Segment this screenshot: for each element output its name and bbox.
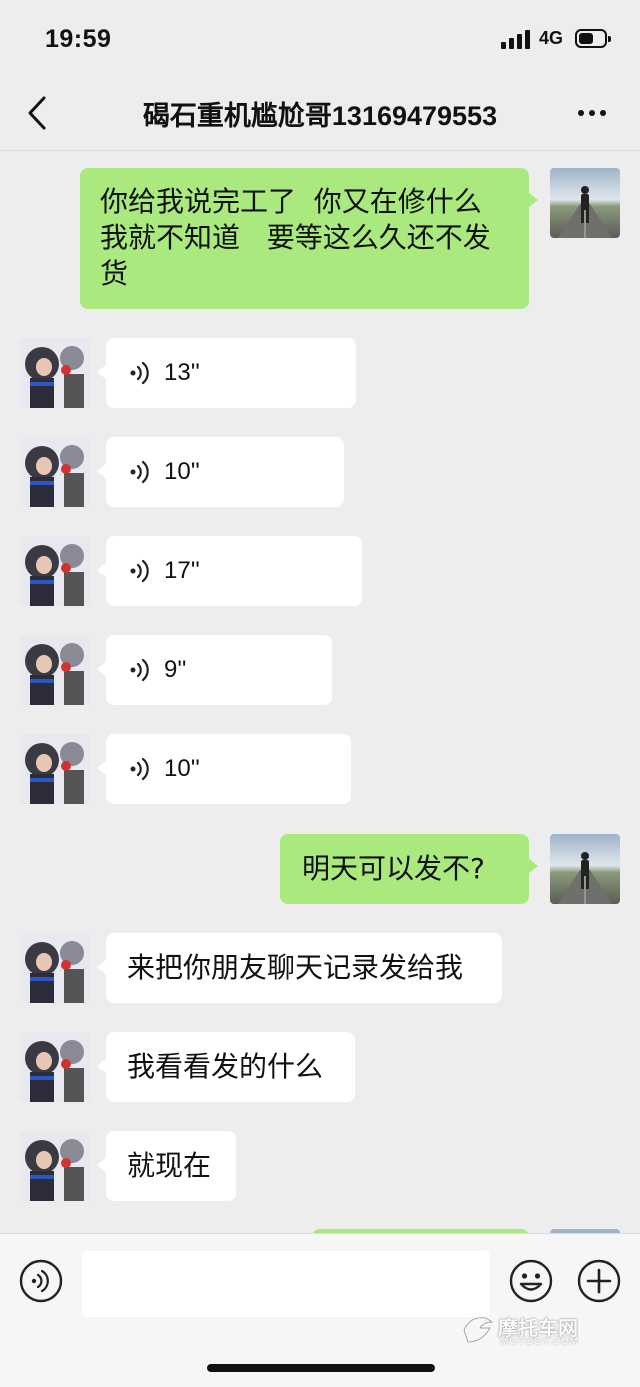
more-dots-icon xyxy=(578,110,584,116)
voice-message-bubble[interactable]: 10'' xyxy=(97,437,344,507)
emoji-button[interactable] xyxy=(509,1259,553,1303)
voice-message-bubble[interactable]: 17'' xyxy=(97,536,362,606)
voice-wave-icon xyxy=(130,460,149,484)
plus-icon xyxy=(577,1259,621,1303)
input-bar: 摩托车网 MOTOOY.COM xyxy=(0,1233,640,1387)
home-indicator[interactable] xyxy=(207,1364,435,1372)
voice-duration: 9'' xyxy=(164,656,187,683)
message-text: 就现在 xyxy=(127,1149,212,1182)
contact-avatar[interactable] xyxy=(20,437,90,507)
voice-wave-icon xyxy=(130,658,149,682)
watermark-url: MOTOOY.COM xyxy=(500,1336,580,1347)
contact-avatar[interactable] xyxy=(20,734,90,804)
received-message-bubble[interactable]: 我看看发的什么 xyxy=(97,1032,355,1102)
contact-avatar[interactable] xyxy=(20,1032,90,1102)
status-bar: 19:59 4G xyxy=(0,0,640,80)
contact-avatar[interactable] xyxy=(20,536,90,606)
sent-message-bubble[interactable]: 明天可以发不? xyxy=(280,834,538,904)
chat-area[interactable]: 你给我说完工了 你又在修什么 我就不知道 要等这么久还不发 货 13'' 10'… xyxy=(0,151,640,1233)
message-text: 明天可以发不? xyxy=(302,852,485,885)
my-avatar[interactable] xyxy=(550,168,620,238)
message-text: 我看看发的什么 xyxy=(127,1050,324,1083)
sent-message-bubble[interactable]: 你给我说完工了 你又在修什么 我就不知道 要等这么久还不发 货 xyxy=(80,168,538,309)
site-watermark: 摩托车网 MOTOOY.COM xyxy=(460,1310,600,1350)
voice-mode-button[interactable] xyxy=(19,1259,63,1303)
signal-icon xyxy=(501,30,532,49)
voice-wave-icon xyxy=(130,559,149,583)
contact-avatar[interactable] xyxy=(20,338,90,408)
received-message-bubble[interactable]: 来把你朋友聊天记录发给我 xyxy=(97,933,502,1003)
voice-message-bubble[interactable]: 9'' xyxy=(97,635,332,705)
voice-wave-icon xyxy=(130,361,149,385)
message-text: 来把你朋友聊天记录发给我 xyxy=(127,951,464,984)
voice-message-bubble[interactable]: 10'' xyxy=(97,734,351,804)
received-message-bubble[interactable]: 就现在 xyxy=(97,1131,236,1201)
contact-avatar[interactable] xyxy=(20,1131,90,1201)
voice-duration: 10'' xyxy=(164,755,200,782)
voice-duration: 10'' xyxy=(164,458,200,485)
voice-duration: 17'' xyxy=(164,557,200,584)
voice-message-bubble[interactable]: 13'' xyxy=(97,338,356,408)
network-type: 4G xyxy=(539,28,564,48)
status-time: 19:59 xyxy=(45,25,112,53)
more-button[interactable] xyxy=(570,98,614,128)
contact-avatar[interactable] xyxy=(20,635,90,705)
voice-wave-icon xyxy=(130,757,149,781)
voice-mode-icon xyxy=(19,1259,63,1303)
emoji-icon xyxy=(509,1259,553,1303)
chat-header: 碣石重机尴尬哥13169479553 xyxy=(0,80,640,150)
chat-title: 碣石重机尴尬哥13169479553 xyxy=(142,101,498,131)
watermark-logo-icon xyxy=(462,1316,496,1344)
my-avatar[interactable] xyxy=(550,834,620,904)
chevron-left-icon xyxy=(28,96,46,130)
message-input[interactable] xyxy=(82,1251,490,1317)
message-text: 你给我说完工了 你又在修什么 我就不知道 要等这么久还不发 货 xyxy=(100,185,491,290)
voice-duration: 13'' xyxy=(164,359,200,386)
avatar-image xyxy=(550,168,620,238)
battery-icon xyxy=(575,29,611,48)
plus-button[interactable] xyxy=(577,1259,621,1303)
back-button[interactable] xyxy=(22,92,62,136)
contact-avatar[interactable] xyxy=(20,933,90,1003)
